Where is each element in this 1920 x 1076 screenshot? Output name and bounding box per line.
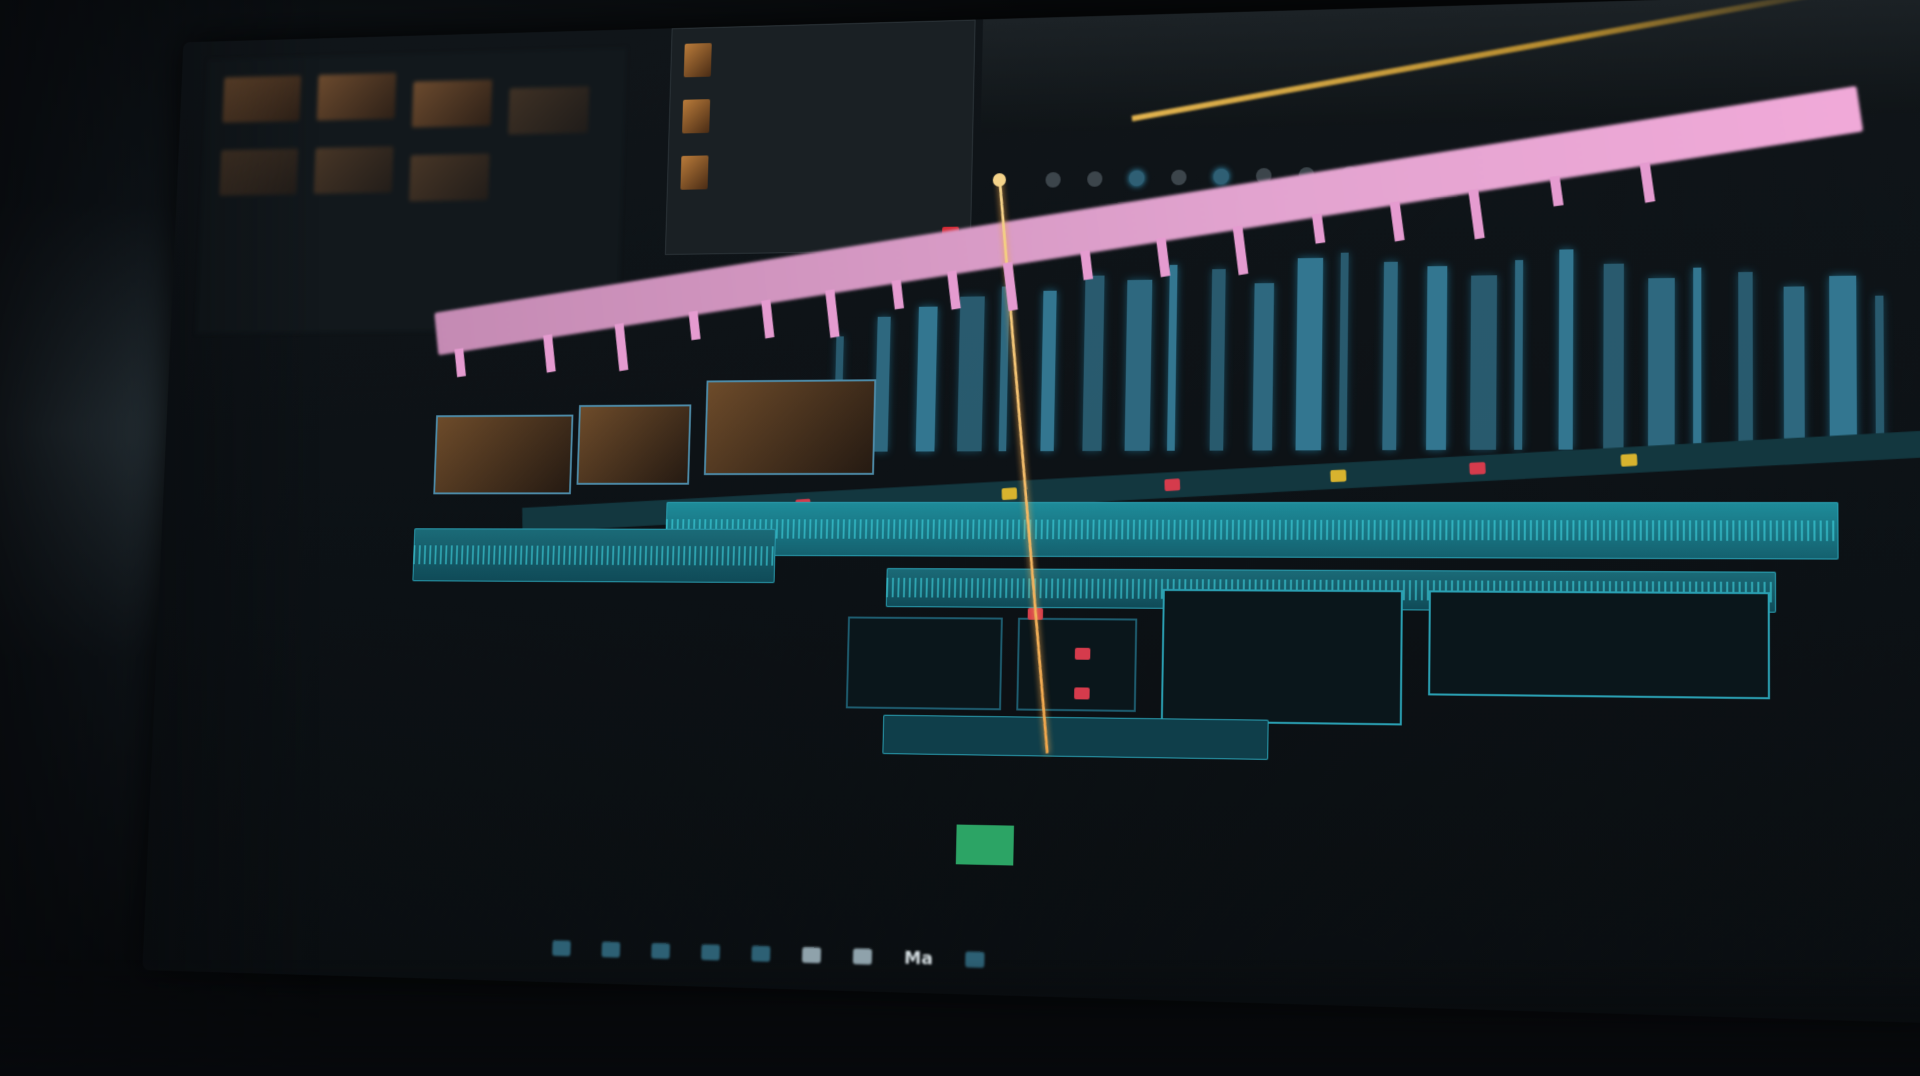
audio-track-a1-left[interactable]: [412, 528, 776, 584]
audio-track-a1[interactable]: [664, 501, 1839, 560]
depth-of-field-blur-left: [0, 0, 320, 1076]
clip-name: [722, 113, 822, 115]
skip-back-icon[interactable]: [552, 940, 571, 957]
depth-of-field-blur-bottom: [0, 960, 1920, 1076]
pointer-icon[interactable]: [1045, 172, 1061, 188]
video-clip-marker[interactable]: [761, 299, 775, 339]
marker-red[interactable]: [1074, 687, 1090, 700]
video-clip-marker[interactable]: [454, 347, 466, 378]
video-clip-segment[interactable]: [1209, 269, 1226, 451]
video-clip-segment[interactable]: [1875, 295, 1885, 449]
video-clip[interactable]: [576, 404, 692, 485]
video-track-upper-clips: [833, 244, 1920, 452]
video-clip-marker[interactable]: [614, 322, 629, 371]
video-clip-segment[interactable]: [1295, 257, 1324, 451]
video-clip[interactable]: [703, 379, 877, 476]
video-clip-segment[interactable]: [1252, 283, 1275, 451]
clip-name: [724, 57, 824, 60]
video-clip-marker[interactable]: [1080, 249, 1094, 280]
media-thumbnail[interactable]: [313, 146, 394, 194]
marker-yellow[interactable]: [1001, 487, 1018, 500]
clip-thumbnail: [682, 99, 711, 134]
monitor-screen: Ma: [142, 0, 1920, 1024]
media-thumbnail[interactable]: [408, 153, 490, 202]
video-clip-segment[interactable]: [1124, 279, 1153, 451]
marker-yellow[interactable]: [1330, 469, 1347, 483]
step-back-icon[interactable]: [601, 941, 621, 958]
waveform: [665, 519, 1839, 542]
video-clip-segment[interactable]: [998, 286, 1010, 452]
video-editor-scene: Ma: [0, 0, 1920, 1076]
video-clip-segment[interactable]: [1166, 264, 1178, 451]
audio-track-a3[interactable]: [882, 714, 1269, 760]
waveform: [413, 545, 776, 566]
audio-clip[interactable]: [1160, 588, 1403, 726]
video-clip-segment[interactable]: [1082, 275, 1105, 452]
marker-yellow[interactable]: [1620, 453, 1638, 467]
video-clip[interactable]: [433, 414, 574, 495]
step-forward-icon[interactable]: [701, 944, 721, 961]
video-clip-segment[interactable]: [1738, 271, 1753, 450]
video-clip-segment[interactable]: [1829, 275, 1857, 449]
link-icon[interactable]: [1213, 168, 1230, 185]
video-clip-segment[interactable]: [1514, 260, 1524, 450]
media-thumbnail[interactable]: [411, 79, 493, 128]
video-clip-marker[interactable]: [688, 311, 701, 341]
video-clip-marker[interactable]: [543, 333, 556, 373]
snap-icon[interactable]: [1171, 169, 1187, 186]
video-clip-segment[interactable]: [1040, 290, 1057, 452]
audio-clip[interactable]: [845, 616, 1003, 711]
video-clip-segment[interactable]: [1426, 266, 1448, 451]
video-clip-segment[interactable]: [1648, 277, 1675, 450]
media-thumbnail[interactable]: [316, 72, 397, 121]
video-clip-segment[interactable]: [1469, 275, 1498, 450]
media-thumbnail[interactable]: [508, 86, 590, 135]
trim-icon[interactable]: [1087, 171, 1103, 187]
marker-red[interactable]: [1074, 647, 1091, 660]
video-clip-segment[interactable]: [1558, 249, 1574, 450]
audio-clip[interactable]: [1428, 590, 1770, 700]
video-clip-segment[interactable]: [1783, 286, 1805, 449]
marker-red[interactable]: [1469, 461, 1486, 475]
play-icon[interactable]: [651, 942, 671, 960]
video-clip-segment[interactable]: [1338, 252, 1349, 451]
video-clip-segment[interactable]: [915, 306, 938, 452]
video-clip-segment[interactable]: [957, 296, 985, 452]
timeline-panel: [364, 85, 1920, 971]
blade-icon[interactable]: [1128, 170, 1145, 187]
clip-thumbnail: [683, 43, 712, 78]
video-clip-segment[interactable]: [1382, 261, 1398, 451]
audio-clip-selected[interactable]: [955, 824, 1015, 866]
video-clip-segment[interactable]: [1603, 263, 1624, 450]
video-clip-segment[interactable]: [1693, 267, 1702, 450]
bin-list-item[interactable]: [683, 30, 960, 83]
video-clip-segment[interactable]: [874, 316, 891, 452]
marker-red[interactable]: [1164, 478, 1181, 492]
